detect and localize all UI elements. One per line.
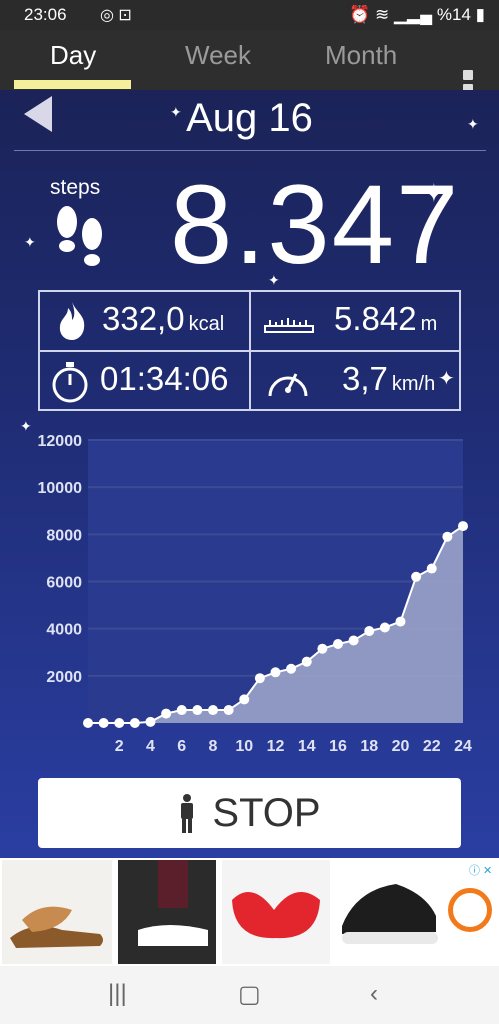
battery-percent: %14 bbox=[436, 5, 471, 24]
ad-swimwear-image[interactable] bbox=[222, 860, 330, 964]
wifi-icon: ≋ bbox=[374, 5, 390, 24]
chart-y-tick-label: 4000 bbox=[46, 622, 82, 639]
duration-stat: 01:34:06 bbox=[100, 360, 228, 398]
distance-unit: m bbox=[420, 313, 438, 335]
home-icon[interactable]: ▢ bbox=[238, 980, 261, 1009]
steps-count: 8.347 bbox=[170, 162, 461, 287]
chart-x-tick-label: 12 bbox=[267, 738, 285, 755]
chart-data-point bbox=[239, 694, 250, 705]
stop-button-label: STOP bbox=[212, 790, 321, 835]
date-label: Aug 16 bbox=[186, 96, 313, 140]
stopwatch-icon bbox=[52, 362, 88, 403]
chart-data-point bbox=[426, 563, 437, 574]
chart-x-tick-label: 20 bbox=[392, 738, 410, 755]
chart-data-point bbox=[317, 643, 328, 654]
chart-data-point bbox=[442, 531, 453, 542]
divider bbox=[14, 150, 486, 151]
chart-data-point bbox=[114, 718, 125, 728]
steps-chart: 200040006000800010000120002 4 6 8 10 12 14 16 18… bbox=[38, 433, 473, 755]
alarm-icon: ⏰ bbox=[349, 5, 371, 24]
chart-x-tick-label: 4 bbox=[146, 738, 155, 755]
person-icon bbox=[181, 794, 194, 833]
chart-data-point bbox=[223, 705, 234, 716]
speedometer-icon bbox=[268, 373, 308, 397]
chart-x-tick-label: 24 bbox=[454, 738, 472, 755]
duration-value: 01:34:06 bbox=[100, 360, 229, 397]
back-nav-icon[interactable]: ‹ bbox=[370, 980, 378, 1008]
chart-data-point bbox=[364, 626, 375, 637]
chart-data-point bbox=[208, 705, 218, 716]
chart-x-tick-label: 10 bbox=[235, 738, 253, 755]
chart-data-point bbox=[98, 718, 109, 728]
calories-unit: kcal bbox=[188, 313, 225, 335]
chart-y-tick-label: 6000 bbox=[46, 575, 82, 592]
chart-y-tick-label: 10000 bbox=[38, 480, 83, 497]
ruler-icon bbox=[264, 318, 314, 333]
chart-data-point bbox=[379, 622, 390, 633]
chart-data-point bbox=[192, 705, 203, 716]
active-tab-indicator bbox=[14, 80, 131, 89]
notification-icons: ◎ ⊡ bbox=[100, 7, 132, 24]
chart-data-point bbox=[129, 718, 140, 728]
signal-icon: ▁▂▄ bbox=[393, 5, 433, 24]
tab-day[interactable]: Day bbox=[50, 40, 96, 71]
chart-data-point bbox=[270, 667, 281, 678]
battery-icon: ▮ bbox=[475, 5, 485, 24]
recent-apps-icon[interactable]: ||| bbox=[108, 980, 127, 1008]
steps-label: steps bbox=[50, 176, 101, 199]
stop-button[interactable]: STOP bbox=[38, 778, 461, 848]
distance-stat: 5.842 m bbox=[334, 300, 437, 338]
chart-y-tick-label: 8000 bbox=[46, 527, 82, 544]
speed-stat: 3,7 km/h bbox=[342, 360, 435, 398]
calories-stat: 332,0 kcal bbox=[102, 300, 224, 338]
stats-grid: 332,0 kcal 5.842 m 01:34:06 3,7 km/h bbox=[38, 290, 461, 411]
chart-x-tick-label: 14 bbox=[298, 738, 316, 755]
ad-choices-icon[interactable]: ⓘ ✕ bbox=[469, 862, 493, 877]
chart-data-point bbox=[458, 521, 468, 532]
chart-data-point bbox=[411, 571, 422, 582]
chart-data-point bbox=[161, 708, 172, 719]
chart-data-point bbox=[348, 635, 359, 646]
chart-data-point bbox=[83, 718, 93, 728]
distance-value: 5.842 bbox=[334, 300, 417, 337]
ad-brand-logo-icon[interactable] bbox=[448, 888, 492, 932]
ad-sandals-image[interactable] bbox=[2, 860, 112, 964]
ad-shoe-image[interactable] bbox=[336, 860, 444, 964]
chart-data-point bbox=[176, 705, 187, 716]
status-right: ⏰ ≋ ▁▂▄ %14 ▮ bbox=[349, 5, 485, 25]
ad-banner[interactable]: ⓘ ✕ bbox=[0, 858, 499, 966]
chart-x-tick-label: 6 bbox=[177, 738, 186, 755]
chart-data-point bbox=[301, 656, 312, 667]
chart-x-tick-label: 22 bbox=[423, 738, 441, 755]
chart-y-tick-label: 12000 bbox=[38, 433, 83, 450]
chart-data-point bbox=[333, 638, 343, 649]
chart-data-point bbox=[145, 716, 156, 727]
chart-y-tick-label: 2000 bbox=[46, 669, 82, 686]
chart-data-point bbox=[254, 673, 265, 684]
tab-week[interactable]: Week bbox=[185, 40, 251, 71]
chart-x-tick-label: 16 bbox=[329, 738, 347, 755]
chart-x-tick-label: 8 bbox=[209, 738, 218, 755]
chart-x-tick-label: 2 bbox=[115, 738, 124, 755]
chart-data-point bbox=[395, 616, 406, 627]
chart-data-point bbox=[286, 663, 297, 674]
ad-sneakers-image[interactable] bbox=[118, 860, 216, 964]
calories-value: 332,0 bbox=[102, 300, 185, 337]
system-nav-bar: ||| ▢ ‹ bbox=[0, 966, 499, 1024]
speed-value: 3,7 bbox=[342, 360, 388, 397]
status-time: 23:06 bbox=[24, 5, 67, 24]
footprints-icon bbox=[57, 206, 102, 266]
chart-x-tick-label: 18 bbox=[360, 738, 378, 755]
fire-icon bbox=[59, 302, 85, 340]
tab-month[interactable]: Month bbox=[325, 40, 397, 71]
status-bar: 23:06 ◎ ⊡ ⏰ ≋ ▁▂▄ %14 ▮ bbox=[0, 0, 499, 30]
speed-unit: km/h bbox=[391, 373, 436, 395]
